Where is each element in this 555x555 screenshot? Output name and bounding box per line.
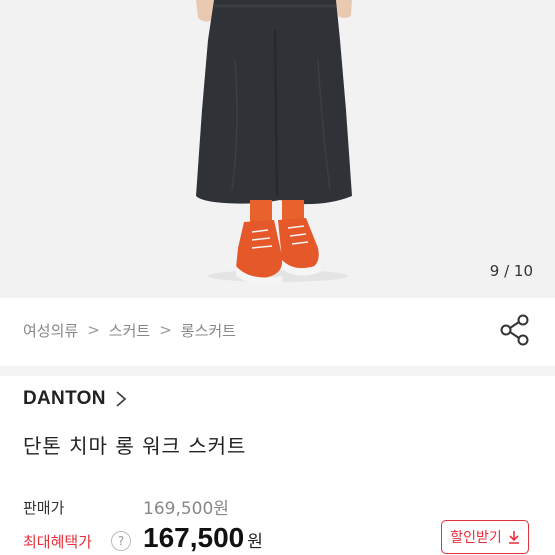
sale-price-value: 169,500원 bbox=[143, 499, 229, 519]
product-photo bbox=[0, 0, 555, 298]
breadcrumb-separator-icon: > bbox=[159, 321, 172, 339]
best-price-label: 최대혜택가 bbox=[23, 533, 93, 551]
product-title: 단톤 치마 롱 워크 스커트 bbox=[23, 434, 247, 458]
best-price-value: 167,500 bbox=[143, 522, 245, 553]
best-price-currency: 원 bbox=[247, 532, 263, 552]
breadcrumb-item-womens-clothing[interactable]: 여성의류 bbox=[23, 320, 78, 341]
breadcrumb-item-skirt[interactable]: 스커트 bbox=[109, 320, 150, 341]
section-divider bbox=[0, 366, 555, 376]
brand-link[interactable]: DANTON bbox=[23, 388, 128, 410]
gallery-counter: 9 / 10 bbox=[489, 262, 533, 280]
product-image-gallery[interactable]: 9 / 10 bbox=[0, 0, 555, 298]
breadcrumb: 여성의류 > 스커트 > 롱스커트 bbox=[23, 318, 236, 342]
get-discount-label: 할인받기 bbox=[450, 530, 502, 546]
share-icon[interactable] bbox=[498, 313, 532, 347]
get-discount-button[interactable]: 할인받기 bbox=[441, 520, 529, 554]
breadcrumb-separator-icon: > bbox=[87, 321, 100, 339]
sale-price-label: 판매가 bbox=[23, 499, 65, 517]
chevron-right-icon bbox=[116, 391, 127, 407]
brand-name: DANTON bbox=[23, 388, 106, 409]
download-icon bbox=[508, 531, 519, 544]
help-icon[interactable]: ? bbox=[111, 531, 131, 551]
best-price: 167,500 원 bbox=[143, 522, 263, 554]
breadcrumb-item-long-skirt[interactable]: 롱스커트 bbox=[181, 320, 236, 341]
